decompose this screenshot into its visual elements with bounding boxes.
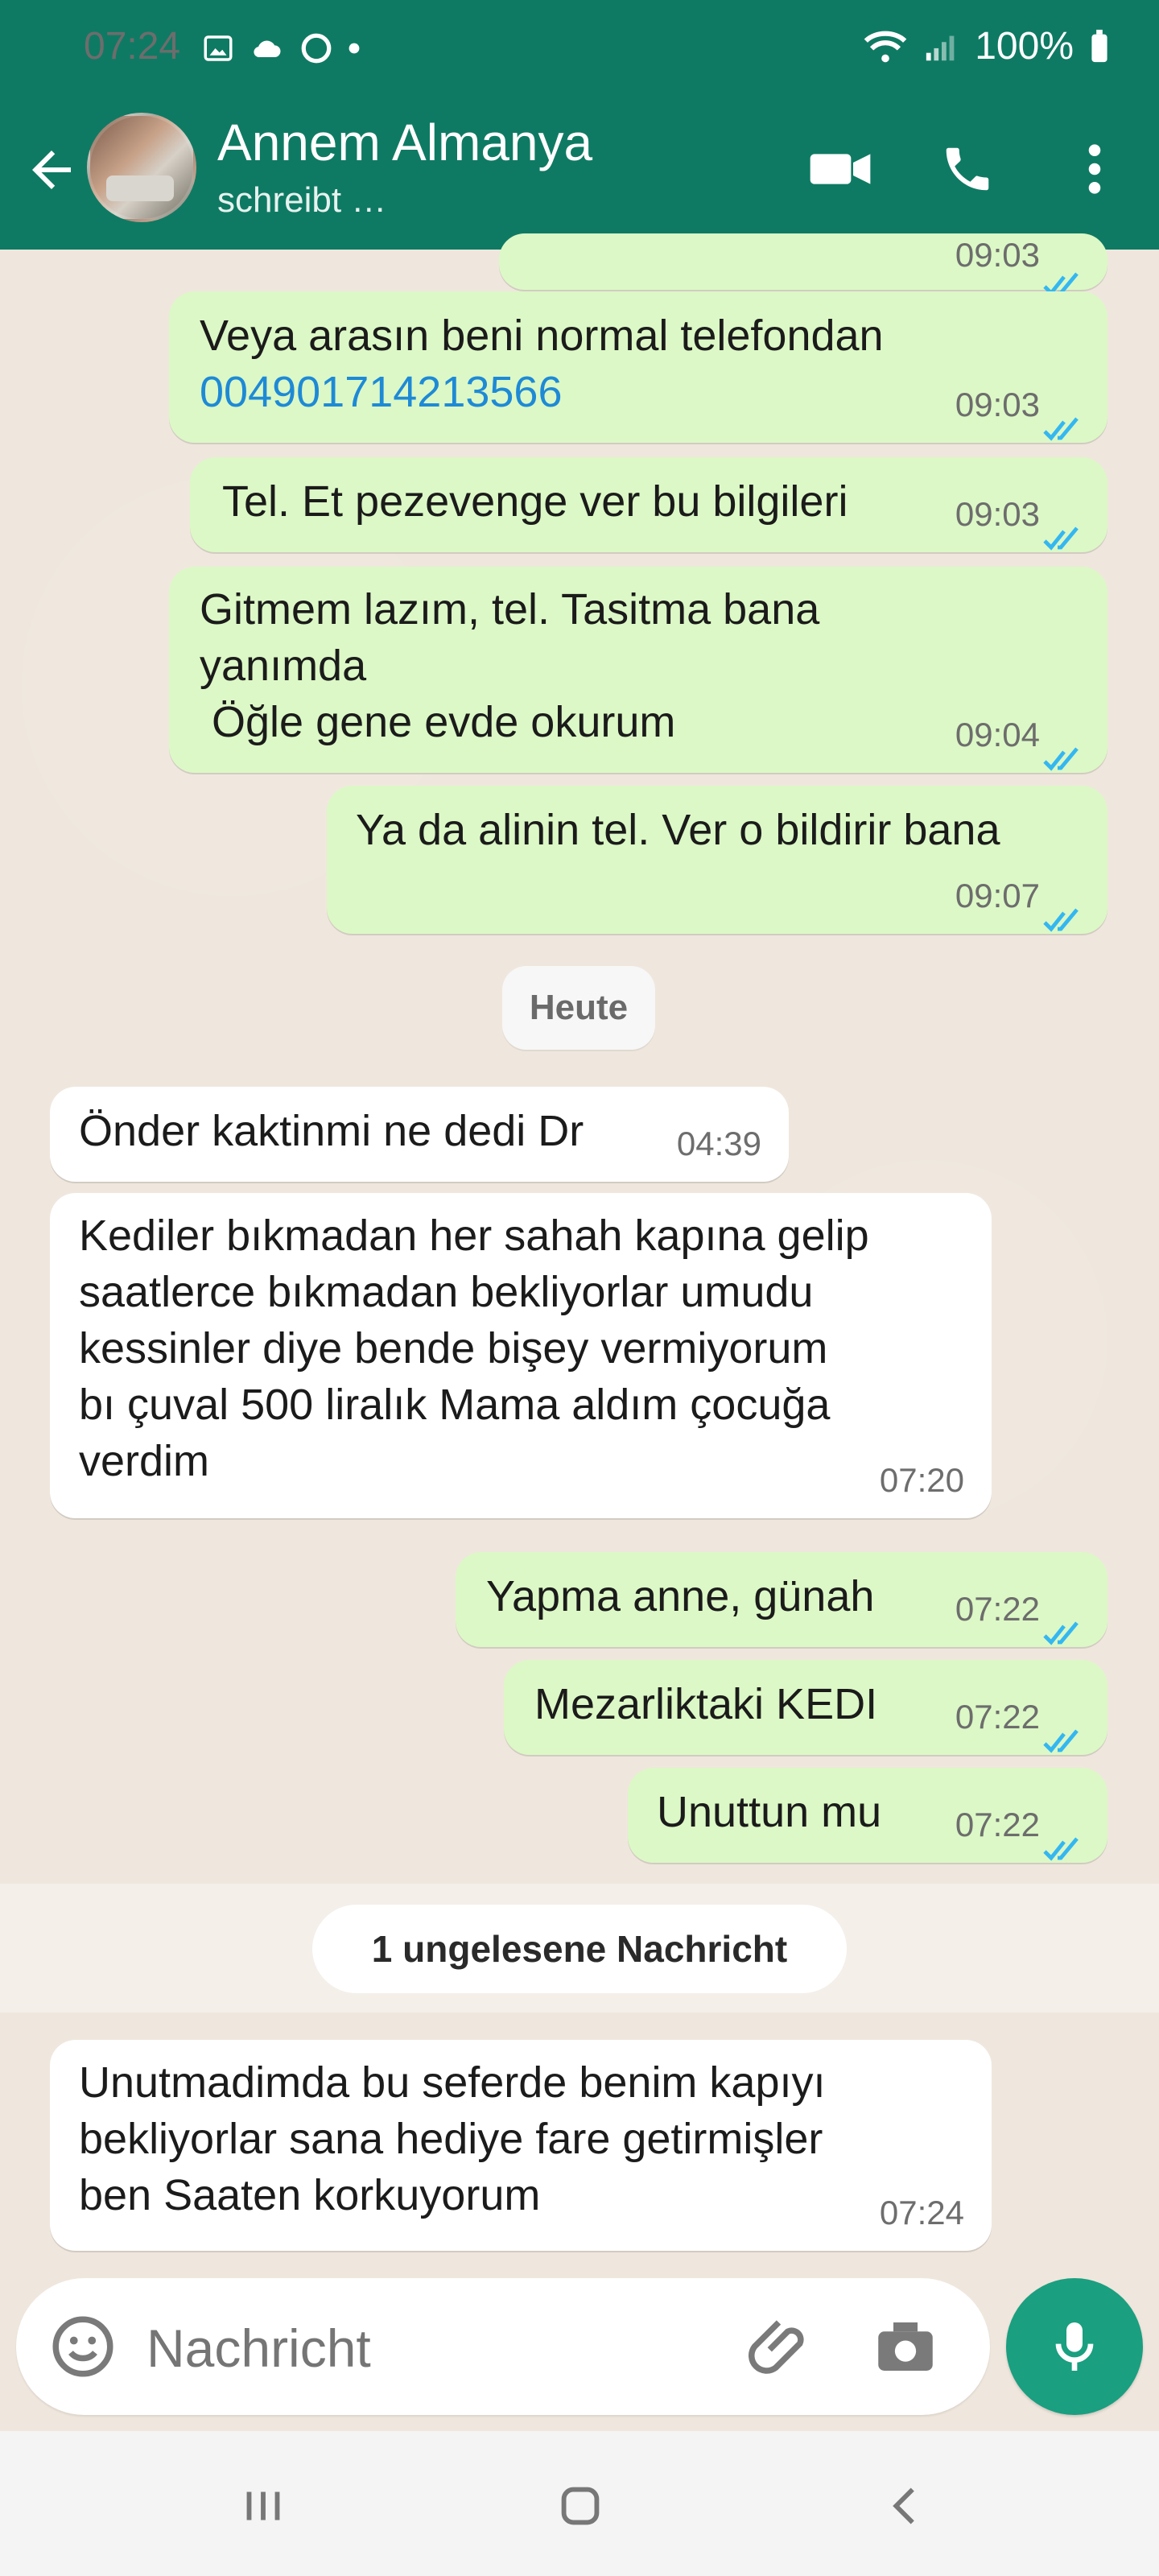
back-nav-button[interactable] bbox=[877, 2478, 934, 2534]
image-notification-icon bbox=[204, 35, 233, 61]
read-receipt bbox=[1041, 1713, 1090, 1753]
header-actions bbox=[808, 137, 1159, 201]
home-icon bbox=[561, 2487, 600, 2525]
system-nav-bar bbox=[0, 2431, 1159, 2576]
chevron-left-icon bbox=[893, 2487, 914, 2524]
battery-percentage: 100% bbox=[975, 25, 1074, 68]
back-button[interactable] bbox=[23, 141, 80, 199]
read-receipt bbox=[1041, 731, 1090, 771]
message-text: Yapma anne, günah bbox=[486, 1572, 875, 1620]
message-text-line: saatlerce bıkmadan bekliyorlar umudu bbox=[79, 1268, 814, 1316]
double-check-icon bbox=[1043, 526, 1079, 551]
message-text: Önder kaktinmi ne dedi Dr bbox=[79, 1107, 584, 1155]
message-time: 07:24 bbox=[879, 2194, 964, 2231]
recent-apps-icon bbox=[246, 2491, 280, 2520]
message-time: 07:22 bbox=[955, 1698, 1040, 1736]
message-text-line: Öğle gene evde okurum bbox=[200, 698, 676, 746]
recent-apps-button[interactable] bbox=[235, 2478, 291, 2534]
camera-button[interactable] bbox=[869, 2310, 942, 2383]
message-text: Ya da alinin tel. Ver o bildirir bana bbox=[356, 806, 1000, 854]
double-check-icon bbox=[1043, 1729, 1079, 1753]
read-receipt bbox=[1041, 510, 1090, 551]
date-divider: Heute bbox=[502, 966, 655, 1050]
battery-icon bbox=[1091, 29, 1107, 62]
camera-icon bbox=[878, 2322, 933, 2371]
message-text: Tel. Et pezevenge ver bu bilgileri bbox=[222, 477, 848, 526]
read-receipt bbox=[1041, 1605, 1090, 1645]
message-text-line: yanımda bbox=[200, 642, 367, 690]
more-options-button[interactable] bbox=[1062, 137, 1127, 201]
message-time: 07:22 bbox=[955, 1590, 1040, 1628]
message-time: 09:03 bbox=[955, 495, 1040, 533]
message-bubble[interactable]: Yapma anne, günah 07:22 bbox=[456, 1552, 1107, 1647]
message-text-line: kessinler diye bende bişey vermiyorum bbox=[79, 1324, 828, 1373]
message-input[interactable] bbox=[145, 2315, 728, 2381]
double-check-icon bbox=[1043, 1621, 1079, 1645]
message-bubble[interactable]: Kediler bıkmadan her sahah kapına gelip … bbox=[50, 1193, 992, 1518]
contact-name[interactable]: Annem Almanya bbox=[217, 113, 592, 172]
phone-number-link[interactable]: 004901714213566 bbox=[200, 364, 884, 420]
attachment-button[interactable] bbox=[749, 2310, 821, 2383]
message-time: 07:20 bbox=[879, 1461, 964, 1499]
message-text-line: Gitmem lazım, tel. Tasitma bana bbox=[200, 585, 820, 634]
wifi-icon bbox=[864, 31, 907, 62]
emoji-icon bbox=[52, 2316, 113, 2377]
status-bar: 07:24 100% bbox=[0, 0, 1159, 97]
message-bubble[interactable]: Mezarliktaki KEDI 07:22 bbox=[504, 1660, 1107, 1755]
message-bubble-partial[interactable]: 09:03 bbox=[499, 233, 1107, 296]
message-bubble[interactable]: Önder kaktinmi ne dedi Dr 04:39 bbox=[50, 1087, 789, 1182]
message-time: 07:22 bbox=[955, 1806, 1040, 1843]
message-bubble[interactable]: Unuttun mu 07:22 bbox=[628, 1768, 1107, 1863]
video-call-button[interactable] bbox=[808, 137, 872, 201]
message-list[interactable]: 09:03 Veya arasın beni normal telefondan… bbox=[0, 233, 1159, 2431]
message-time: 09:07 bbox=[955, 877, 1040, 914]
message-bubble[interactable]: Gitmem lazım, tel. Tasitma bana yanımda … bbox=[169, 567, 1107, 773]
message-text: Veya arasın beni normal telefondan bbox=[200, 312, 884, 360]
message-bubble[interactable]: Ya da alinin tel. Ver o bildirir bana 09… bbox=[327, 786, 1107, 934]
message-time: 09:03 bbox=[955, 386, 1040, 423]
read-receipt bbox=[1041, 256, 1090, 296]
message-bubble[interactable]: Veya arasın beni normal telefondan 00490… bbox=[169, 291, 1107, 443]
phone-icon bbox=[946, 147, 989, 191]
message-text-line: ben Saaten korkuyorum bbox=[79, 2171, 541, 2219]
status-right: 100% bbox=[862, 24, 1111, 68]
message-text-line: bı çuval 500 liralık Mama aldım çocuğa bbox=[79, 1381, 831, 1429]
voice-call-button[interactable] bbox=[935, 137, 1000, 201]
message-time: 04:39 bbox=[676, 1125, 761, 1162]
home-button[interactable] bbox=[552, 2478, 608, 2534]
contact-avatar[interactable] bbox=[87, 113, 196, 222]
message-text-line: Unutmadimda bu seferde benim kapıyı bbox=[79, 2058, 826, 2107]
message-text: Unuttun mu bbox=[657, 1788, 882, 1836]
read-receipt bbox=[1041, 1821, 1090, 1861]
arrow-left-icon bbox=[32, 151, 71, 189]
message-text-line: bekliyorlar sana hediye fare getirmişler bbox=[79, 2115, 823, 2163]
cloud-icon bbox=[254, 40, 281, 58]
double-check-icon bbox=[1043, 747, 1079, 771]
double-check-icon bbox=[1043, 1837, 1079, 1861]
kebab-menu-icon bbox=[1088, 144, 1101, 194]
message-bubble[interactable]: Unutmadimda bu seferde benim kapıyı bekl… bbox=[50, 2040, 992, 2251]
message-composer[interactable] bbox=[16, 2278, 990, 2415]
sync-icon bbox=[301, 33, 332, 64]
video-icon bbox=[810, 154, 871, 184]
typing-status: schreibt … bbox=[217, 180, 387, 220]
message-bubble[interactable]: Tel. Et pezevenge ver bu bilgileri 09:03 bbox=[190, 457, 1107, 552]
emoji-button[interactable] bbox=[47, 2310, 119, 2383]
dot-icon bbox=[349, 43, 360, 54]
message-text-line: verdim bbox=[79, 1437, 210, 1485]
message-time: 09:04 bbox=[955, 716, 1040, 753]
mic-icon bbox=[1055, 2322, 1094, 2371]
status-left-icons bbox=[201, 24, 361, 72]
message-text: Mezarliktaki KEDI bbox=[534, 1680, 878, 1728]
double-check-icon bbox=[1043, 417, 1079, 441]
read-receipt bbox=[1041, 892, 1090, 932]
paperclip-icon bbox=[749, 2320, 804, 2374]
message-time: 09:03 bbox=[955, 236, 1040, 274]
message-text-line: Kediler bıkmadan her sahah kapına gelip bbox=[79, 1212, 869, 1260]
unread-messages-pill: 1 ungelesene Nachricht bbox=[312, 1905, 847, 1993]
voice-message-button[interactable] bbox=[1006, 2278, 1143, 2415]
double-check-icon bbox=[1043, 908, 1079, 932]
signal-icon bbox=[926, 35, 955, 60]
read-receipt bbox=[1041, 401, 1090, 441]
